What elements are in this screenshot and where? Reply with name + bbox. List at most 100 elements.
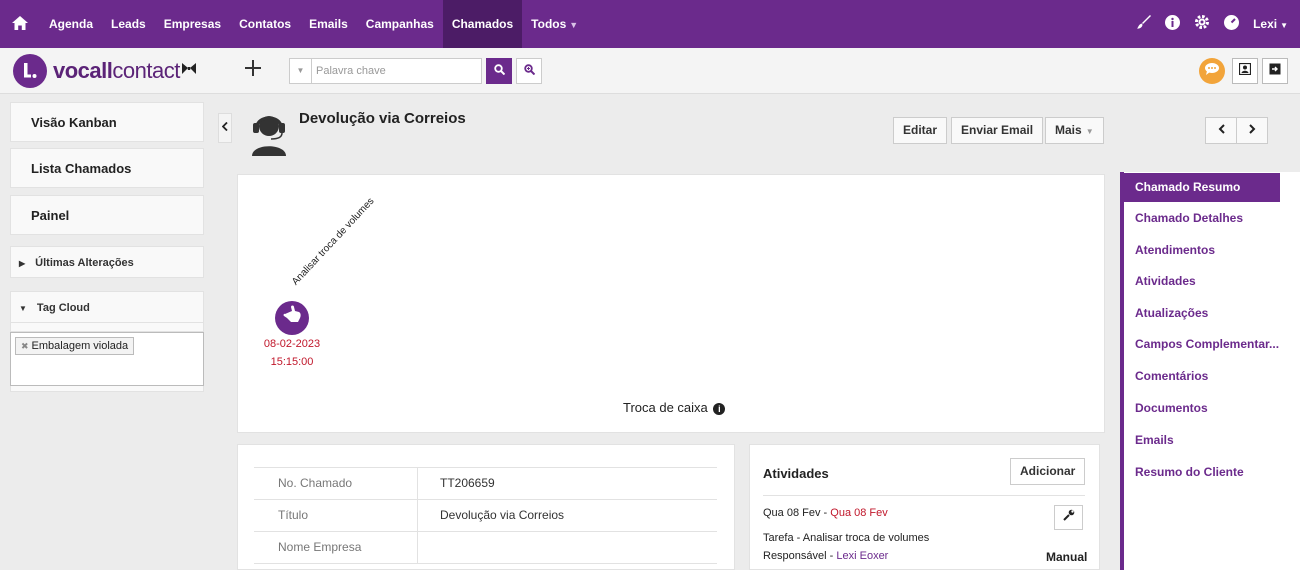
search-button[interactable]	[486, 58, 512, 84]
user-menu[interactable]: Lexi ▼	[1253, 17, 1288, 31]
timeline-event-marker[interactable]	[275, 301, 309, 335]
search-bar: ▼	[289, 58, 542, 84]
sidebar-kanban-button[interactable]: Visão Kanban	[10, 102, 204, 142]
rightnav-atendimentos[interactable]: Atendimentos	[1135, 243, 1215, 257]
sidebar-section-recent-changes[interactable]: ▶ Últimas Alterações	[10, 246, 204, 278]
activity-date-start: Qua 08 Fev	[763, 507, 821, 519]
collapse-sidebar-button[interactable]	[218, 113, 232, 143]
detail-row: No. Chamado TT206659	[254, 467, 717, 500]
rightnav-chamado-detalhes[interactable]: Chamado Detalhes	[1135, 211, 1243, 225]
tag-cloud-body	[10, 323, 204, 332]
more-label: Mais	[1055, 123, 1082, 137]
rightnav-emails[interactable]: Emails	[1135, 433, 1174, 447]
detail-row: Título Devolução via Correios	[254, 499, 717, 532]
chevron-down-icon: ▼	[19, 304, 27, 313]
activities-divider	[763, 495, 1085, 496]
sidebar-panel-button[interactable]: Painel	[10, 195, 204, 235]
rightnav-resumo-cliente[interactable]: Resumo do Cliente	[1135, 465, 1244, 479]
nav-emails[interactable]: Emails	[300, 0, 357, 48]
detail-label: Título	[278, 508, 309, 522]
search-plus-icon	[523, 64, 535, 76]
activity-responsible-label: Responsável -	[763, 550, 837, 562]
activity-mode: Manual	[1046, 550, 1088, 564]
agent-avatar-icon	[249, 110, 289, 156]
top-right-tools: Lexi ▼	[1137, 0, 1288, 48]
chat-icon[interactable]	[1199, 58, 1225, 84]
previous-record-button[interactable]	[1205, 117, 1237, 144]
edit-button[interactable]: Editar	[893, 117, 948, 144]
chevron-down-icon: ▼	[1085, 127, 1094, 136]
nav-contatos[interactable]: Contatos	[230, 0, 300, 48]
activity-responsible-link[interactable]: Lexi Eoxer	[836, 550, 888, 562]
sidebar-list-button[interactable]: Lista Chamados	[10, 148, 204, 188]
activities-title: Atividades	[763, 466, 829, 481]
chevron-down-icon: ▼	[1280, 21, 1288, 30]
brush-icon[interactable]	[1137, 15, 1152, 33]
nav-todos[interactable]: Todos ▼	[522, 0, 587, 48]
search-scope-dropdown[interactable]: ▼	[289, 58, 311, 84]
tag-cloud-footer	[10, 386, 204, 392]
chevron-down-icon: ▼	[569, 20, 579, 30]
add-activity-button[interactable]: Adicionar	[1010, 458, 1086, 485]
remove-tag-icon[interactable]: ✖	[21, 341, 29, 351]
nav-leads[interactable]: Leads	[102, 0, 155, 48]
activity-date-separator: -	[820, 507, 831, 519]
rightnav-comentarios[interactable]: Comentários	[1135, 369, 1208, 383]
home-icon[interactable]	[0, 14, 40, 35]
chevron-right-icon	[1248, 124, 1255, 134]
brand-name-light: contact	[112, 58, 180, 83]
hand-pointer-icon	[283, 305, 301, 322]
next-record-button[interactable]	[1236, 117, 1268, 144]
rightnav-chamado-resumo[interactable]: Chamado Resumo	[1124, 173, 1280, 202]
logout-button[interactable]	[1262, 58, 1288, 84]
tag-label: Embalagem violada	[31, 340, 129, 352]
nav-todos-label: Todos	[531, 17, 567, 31]
tag-cloud-box: ✖ Embalagem violada	[10, 332, 204, 386]
activity-options-button[interactable]	[1054, 505, 1083, 530]
detail-row: Nome Empresa	[254, 531, 717, 564]
top-navigation: Agenda Leads Empresas Contatos Emails Ca…	[0, 0, 1300, 48]
nav-agenda[interactable]: Agenda	[40, 0, 102, 48]
activity-date-due: Qua 08 Fev	[830, 507, 888, 519]
contact-card-icon	[1238, 62, 1252, 76]
detail-row-divider	[254, 563, 717, 570]
nav-empresas[interactable]: Empresas	[155, 0, 230, 48]
detail-label: Nome Empresa	[278, 540, 362, 554]
gauge-icon[interactable]	[1224, 14, 1240, 34]
more-button[interactable]: Mais ▼	[1045, 117, 1104, 144]
brand-logo[interactable]: vocall contact	[13, 54, 196, 88]
contact-card-button[interactable]	[1232, 58, 1258, 84]
sidebar-section-label: Tag Cloud	[36, 302, 90, 314]
rightnav-documentos[interactable]: Documentos	[1135, 401, 1208, 415]
detail-value: Devolução via Correios	[417, 500, 717, 532]
brand-name-bold: vocall	[53, 58, 113, 83]
detail-label: No. Chamado	[278, 476, 353, 490]
add-new-icon[interactable]	[244, 56, 262, 84]
exit-icon	[1269, 63, 1281, 75]
user-name: Lexi	[1253, 17, 1278, 31]
timeline-caption: Troca de caixa i	[623, 400, 726, 415]
advanced-search-button[interactable]	[516, 58, 542, 84]
timeline-date: 08-02-2023	[263, 338, 321, 350]
nav-campanhas[interactable]: Campanhas	[357, 0, 443, 48]
gear-icon[interactable]	[1194, 14, 1210, 34]
timeline-caption-text: Troca de caixa	[623, 400, 708, 415]
logo-badge-icon	[13, 54, 47, 88]
tag-chip[interactable]: ✖ Embalagem violada	[15, 337, 135, 355]
activity-responsible: Responsável - Lexi Eoxer	[763, 550, 888, 562]
rightnav-atualizacoes[interactable]: Atualizações	[1135, 306, 1208, 320]
sidebar-section-tag-cloud[interactable]: ▼ Tag Cloud	[10, 291, 204, 323]
search-input[interactable]	[311, 58, 482, 84]
rightnav-atividades[interactable]: Atividades	[1135, 274, 1196, 288]
info-icon[interactable]	[1165, 14, 1181, 34]
chevron-left-icon	[221, 121, 228, 132]
sidebar-section-label: Últimas Alterações	[35, 257, 134, 269]
wrench-icon	[1062, 509, 1074, 521]
nav-chamados[interactable]: Chamados	[442, 0, 523, 48]
activity-type: Tarefa - Analisar troca de volumes	[763, 532, 930, 544]
chevron-left-icon	[1218, 124, 1225, 134]
send-email-button[interactable]: Enviar Email	[951, 117, 1044, 144]
rightnav-campos-complementares[interactable]: Campos Complementar...	[1135, 337, 1279, 351]
search-icon	[493, 64, 505, 76]
info-icon[interactable]: i	[713, 403, 726, 415]
